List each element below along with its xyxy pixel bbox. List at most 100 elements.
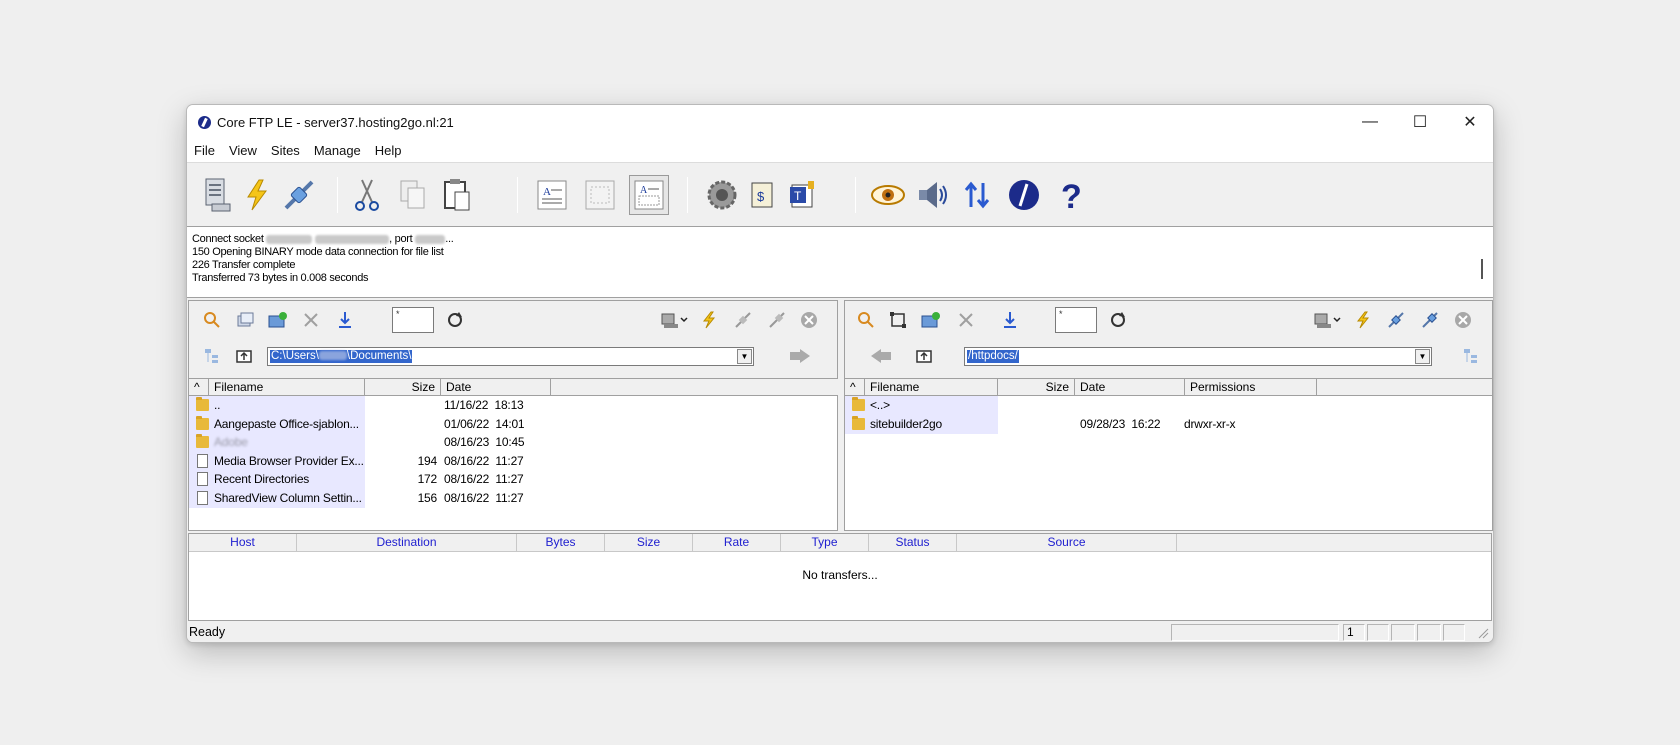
remote-list-header: ^ Filename Size Date Permissions (845, 378, 1492, 396)
file-name: Media Browser Provider Ex... (214, 453, 364, 468)
column-host[interactable]: Host (189, 534, 297, 551)
sort-toggle[interactable]: ^ (845, 379, 865, 396)
sound-icon[interactable] (913, 175, 953, 215)
log-scrollbar[interactable] (1481, 259, 1483, 279)
column-filename[interactable]: Filename (209, 379, 365, 396)
remote-file-list: <..> sitebuilder2go 09/28/23 16:22 drwxr-xr… (845, 396, 1492, 530)
tree-view-icon[interactable] (199, 343, 225, 369)
about-icon[interactable] (1004, 175, 1044, 215)
disconnect-icon[interactable] (764, 307, 790, 333)
local-path-input[interactable]: C:\Users\ \Documents\ ▼ (267, 347, 754, 366)
log-line: 150 Opening BINARY mode data connection … (192, 246, 444, 258)
column-date[interactable]: Date (441, 379, 551, 396)
select-icon[interactable] (885, 307, 911, 333)
minimize-button[interactable]: — (1345, 105, 1395, 139)
text-view-icon[interactable]: A (532, 175, 572, 215)
log-line: Transferred 73 bytes in 0.008 seconds (192, 272, 369, 284)
close-button[interactable]: ✕ (1445, 105, 1493, 139)
file-row[interactable]: SharedView Column Settin... 156 08/16/22 1… (189, 488, 837, 508)
quick-connect-icon[interactable] (696, 307, 722, 333)
file-row[interactable]: sitebuilder2go 09/28/23 16:22 drwxr-xr-x (845, 414, 1492, 434)
status-cell (1391, 624, 1415, 641)
folder-icon (196, 415, 209, 430)
upload-icon[interactable] (332, 307, 358, 333)
server-dropdown-icon[interactable] (658, 307, 692, 333)
column-date[interactable]: Date (1075, 379, 1185, 396)
connect-icon[interactable] (1383, 307, 1409, 333)
column-type[interactable]: Type (781, 534, 869, 551)
transfer-right-icon[interactable] (787, 343, 813, 369)
file-row[interactable]: <..> (845, 396, 1492, 415)
remote-filter-input[interactable]: * (1055, 307, 1097, 333)
menu-manage[interactable]: Manage (307, 143, 368, 158)
help-icon[interactable]: ? (1051, 175, 1091, 215)
text-editor-icon[interactable]: T (783, 175, 823, 215)
resize-grip-icon[interactable] (1477, 627, 1489, 639)
settings-icon[interactable] (702, 175, 742, 215)
search-icon[interactable] (853, 307, 879, 333)
file-row[interactable]: Media Browser Provider Ex... 194 08/16/22 … (189, 451, 837, 471)
chevron-down-icon[interactable]: ▼ (1415, 349, 1430, 364)
paste-icon[interactable] (437, 175, 477, 215)
connect-icon[interactable] (279, 175, 319, 215)
detail-view-icon[interactable]: A (629, 175, 669, 215)
cut-icon[interactable] (347, 175, 387, 215)
new-folder-icon[interactable] (265, 307, 291, 333)
menu-file[interactable]: File (187, 143, 222, 158)
column-source[interactable]: Source (957, 534, 1177, 551)
menu-view[interactable]: View (222, 143, 264, 158)
script-icon[interactable]: $ (742, 175, 782, 215)
delete-icon[interactable] (953, 307, 979, 333)
file-row[interactable]: .. 11/16/22 18:13 (189, 396, 837, 415)
status-cell (1443, 624, 1465, 641)
file-row[interactable]: Adobe 08/16/23 10:45 (189, 433, 837, 452)
quick-connect-icon[interactable] (237, 175, 277, 215)
menu-help[interactable]: Help (368, 143, 409, 158)
maximize-button[interactable]: ☐ (1395, 105, 1445, 139)
folder-icon (196, 434, 209, 448)
column-size[interactable]: Size (998, 379, 1075, 396)
transfer-icon[interactable] (957, 175, 997, 215)
column-size[interactable]: Size (365, 379, 441, 396)
refresh-icon[interactable] (442, 307, 468, 333)
quick-connect-icon[interactable] (1350, 307, 1376, 333)
new-folder-icon[interactable] (918, 307, 944, 333)
main-toolbar: A A $ T ? (187, 163, 1493, 227)
column-size[interactable]: Size (605, 534, 693, 551)
remote-path-input[interactable]: /httpdocs/ ▼ (964, 347, 1432, 366)
abort-icon[interactable] (796, 307, 822, 333)
column-filename[interactable]: Filename (865, 379, 998, 396)
disconnect-icon[interactable] (1417, 307, 1443, 333)
file-size: 172 (417, 472, 438, 486)
column-permissions[interactable]: Permissions (1185, 379, 1317, 396)
tree-view-icon[interactable] (1458, 343, 1484, 369)
column-rate[interactable]: Rate (693, 534, 781, 551)
sort-toggle[interactable]: ^ (189, 379, 209, 396)
column-status[interactable]: Status (869, 534, 957, 551)
parent-folder-icon[interactable] (231, 343, 257, 369)
column-bytes[interactable]: Bytes (517, 534, 605, 551)
parent-folder-icon[interactable] (911, 343, 937, 369)
site-manager-icon[interactable] (197, 175, 237, 215)
copy-icon[interactable] (393, 175, 433, 215)
file-row[interactable]: Recent Directories 172 08/16/22 11:27 (189, 470, 837, 489)
properties-icon[interactable] (232, 307, 258, 333)
menu-sites[interactable]: Sites (264, 143, 307, 158)
download-icon[interactable] (997, 307, 1023, 333)
refresh-icon[interactable] (1105, 307, 1131, 333)
status-bar: Ready 1 (187, 621, 1493, 642)
delete-icon[interactable] (298, 307, 324, 333)
search-icon[interactable] (199, 307, 225, 333)
transfer-left-icon[interactable] (868, 343, 894, 369)
connect-icon[interactable] (730, 307, 756, 333)
chevron-down-icon[interactable]: ▼ (737, 349, 752, 364)
server-dropdown-icon[interactable] (1311, 307, 1345, 333)
file-row[interactable]: Aangepaste Office-sjablon... 01/06/22 14:… (189, 414, 837, 434)
abort-icon[interactable] (1450, 307, 1476, 333)
local-filter-input[interactable]: * (392, 307, 434, 333)
list-view-icon[interactable] (580, 175, 620, 215)
column-destination[interactable]: Destination (297, 534, 517, 551)
view-icon[interactable] (868, 175, 908, 215)
svg-text:$: $ (757, 189, 765, 204)
file-date: 08/16/22 11:27 (444, 490, 524, 505)
